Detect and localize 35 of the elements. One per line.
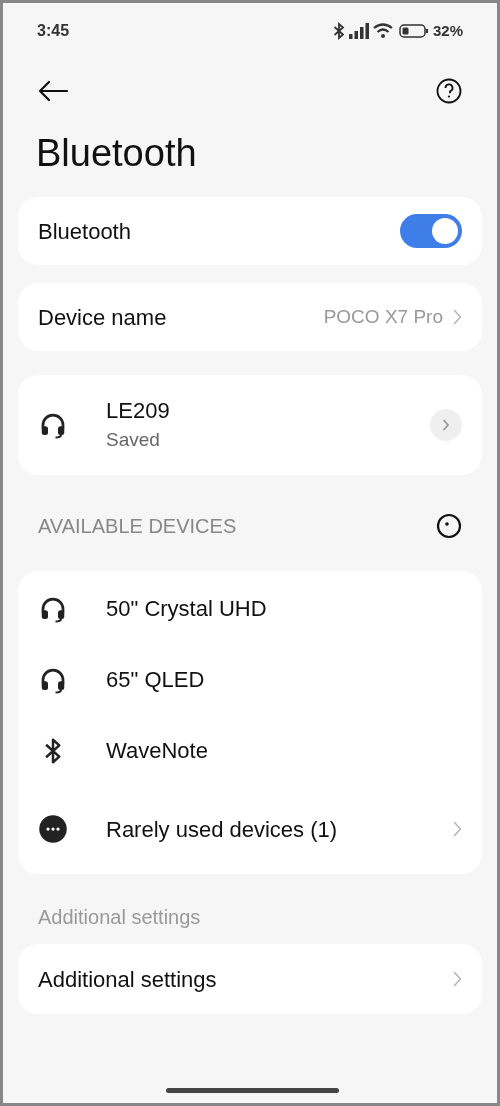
page-title: Bluetooth	[35, 131, 198, 176]
device-name-label: Device name	[38, 303, 167, 332]
device-name: Rarely used devices (1)	[106, 815, 339, 844]
chevron-icon	[442, 419, 450, 431]
chevron-icon	[453, 821, 462, 837]
wifi-icon	[372, 23, 395, 39]
bluetooth-icon	[332, 22, 345, 40]
additional-settings-label: Additional settings	[38, 965, 217, 994]
chevron-icon	[453, 309, 462, 325]
chevron-icon	[453, 971, 462, 987]
device-name-row[interactable]: Device name POCO X7 Pro	[18, 283, 482, 351]
device-row[interactable]: 50" Crystal UHD	[38, 573, 462, 644]
more-icon	[38, 814, 68, 844]
device-row[interactable]: 65" QLED	[38, 644, 462, 715]
device-status: Saved	[106, 428, 161, 452]
signal-icon	[348, 23, 369, 39]
battery-percent: 32%	[432, 20, 463, 41]
bluetooth-label: Bluetooth	[38, 217, 131, 246]
saved-device-row[interactable]: LE209 Saved	[18, 375, 482, 475]
help-button[interactable]	[435, 77, 463, 105]
section-header: Additional settings	[37, 905, 202, 930]
device-name: 65" QLED	[106, 666, 206, 694]
device-name: 50" Crystal UHD	[106, 595, 268, 623]
scanning-icon	[436, 513, 462, 539]
device-row[interactable]: Rarely used devices (1)	[38, 786, 462, 872]
device-row[interactable]: WaveNote	[38, 715, 462, 786]
toggle-switch[interactable]	[400, 214, 462, 248]
additional-settings-row[interactable]: Additional settings	[18, 944, 482, 1014]
battery-icon	[398, 23, 429, 39]
device-name-value: POCO X7 Pro	[323, 304, 443, 329]
device-name: LE209	[106, 397, 171, 425]
device-name: WaveNote	[106, 737, 209, 765]
section-header: AVAILABLE DEVICES	[38, 514, 237, 539]
status-time: 3:45	[37, 21, 70, 41]
bluetooth-toggle-row[interactable]: Bluetooth	[18, 197, 482, 265]
